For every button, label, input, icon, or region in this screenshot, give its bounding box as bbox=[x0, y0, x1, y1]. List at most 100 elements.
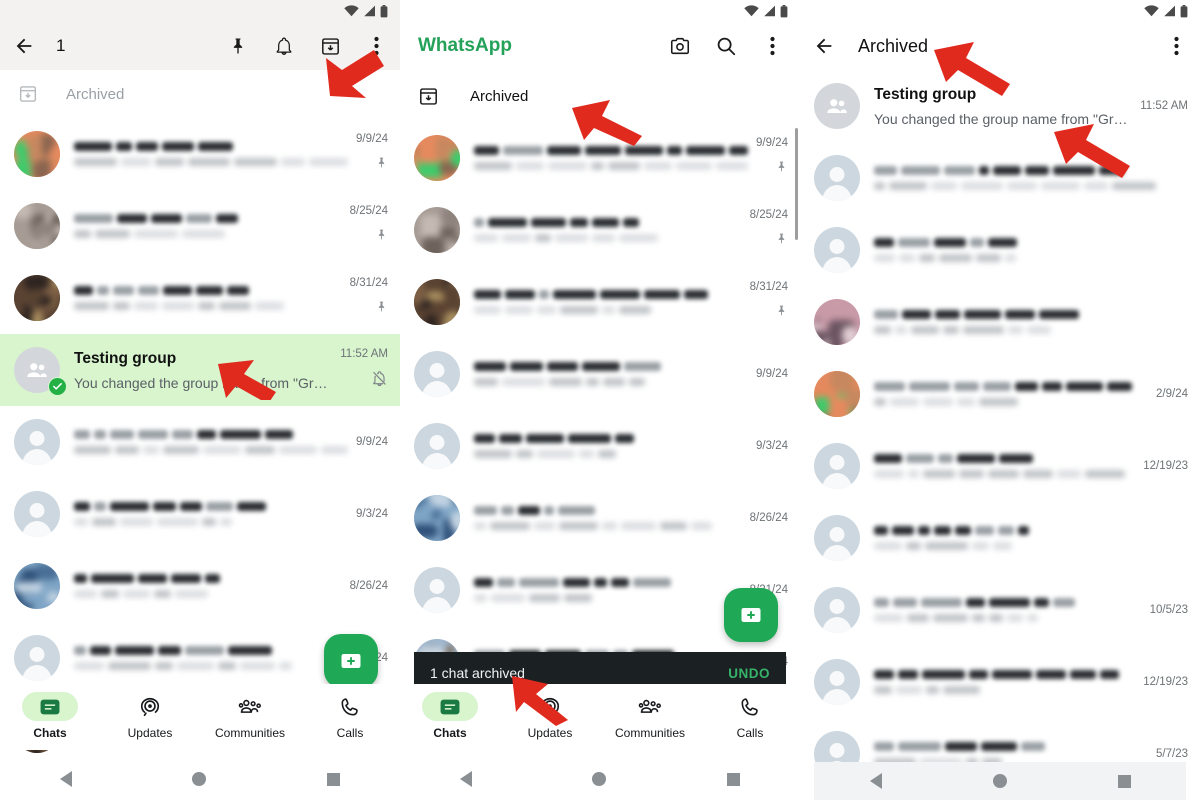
chat-row-meta: 8/26/24 bbox=[750, 512, 788, 524]
system-back-icon[interactable] bbox=[60, 771, 72, 787]
chat-row[interactable] bbox=[800, 502, 1200, 574]
chat-row-body bbox=[474, 434, 748, 458]
chat-row[interactable]: 8/25/24 bbox=[400, 194, 800, 266]
chat-row[interactable]: 9/9/24 bbox=[400, 338, 800, 410]
chat-row[interactable]: 9/9/24 bbox=[400, 122, 800, 194]
pin-icon[interactable] bbox=[226, 34, 250, 58]
chat-row[interactable]: 8/31/24 bbox=[400, 266, 800, 338]
chat-row[interactable]: 8/31/24 bbox=[0, 262, 400, 334]
chat-row[interactable]: 8/26/24 bbox=[400, 482, 800, 554]
wifi-icon bbox=[744, 5, 759, 17]
avatar bbox=[814, 515, 860, 561]
redacted-preview bbox=[874, 254, 1180, 262]
search-icon[interactable] bbox=[714, 34, 738, 58]
chats-icon bbox=[22, 692, 78, 721]
archived-row[interactable]: Archived bbox=[0, 70, 400, 118]
avatar-group-icon bbox=[814, 83, 860, 129]
chat-row-meta: 9/3/24 bbox=[756, 440, 788, 452]
chat-timestamp: 9/3/24 bbox=[356, 508, 388, 520]
new-chat-fab[interactable] bbox=[324, 634, 378, 688]
chat-row-meta: 2/9/24 bbox=[1156, 388, 1188, 400]
chat-row[interactable]: Testing group You changed the group name … bbox=[800, 70, 1200, 142]
system-recents-icon[interactable] bbox=[727, 773, 740, 786]
system-navigation-bar[interactable] bbox=[0, 758, 400, 800]
bell-icon[interactable] bbox=[272, 34, 296, 58]
system-back-icon[interactable] bbox=[460, 771, 472, 787]
new-chat-fab[interactable] bbox=[724, 588, 778, 642]
system-home-icon[interactable] bbox=[993, 774, 1007, 788]
chat-row[interactable]: 9/3/24 bbox=[0, 478, 400, 550]
chat-title: Testing group bbox=[874, 86, 1132, 104]
system-home-icon[interactable] bbox=[192, 772, 206, 786]
chat-timestamp: 9/9/24 bbox=[756, 137, 788, 149]
redacted-title bbox=[74, 142, 348, 151]
archived-chat-list[interactable]: Testing group You changed the group name … bbox=[800, 70, 1200, 790]
redacted-preview bbox=[74, 518, 348, 526]
nav-item-updates[interactable]: Updates bbox=[100, 692, 200, 740]
avatar bbox=[814, 587, 860, 633]
chat-row[interactable]: 2/9/24 bbox=[800, 358, 1200, 430]
main-app-bar: WhatsApp bbox=[400, 22, 800, 70]
bottom-navigation[interactable]: Chats Updates Communities Calls bbox=[0, 684, 400, 750]
arrow-back-icon[interactable] bbox=[812, 34, 836, 58]
chat-row-meta: 9/9/24 bbox=[356, 436, 388, 448]
avatar bbox=[414, 423, 460, 469]
chat-timestamp: 9/9/24 bbox=[356, 436, 388, 448]
more-vert-icon[interactable] bbox=[1164, 34, 1188, 58]
chat-row[interactable]: Testing group You changed the group name … bbox=[0, 334, 400, 406]
app-bar-actions bbox=[1164, 34, 1188, 58]
nav-item-calls[interactable]: Calls bbox=[700, 692, 800, 740]
chat-row[interactable]: 8/26/24 bbox=[0, 550, 400, 622]
chat-row-body bbox=[474, 362, 748, 386]
chat-row[interactable]: 9/3/24 bbox=[400, 410, 800, 482]
system-back-icon[interactable] bbox=[870, 773, 882, 789]
chat-row[interactable] bbox=[800, 142, 1200, 214]
chat-timestamp: 9/9/24 bbox=[756, 368, 788, 380]
more-vert-icon[interactable] bbox=[364, 34, 388, 58]
cellular-signal-icon bbox=[363, 5, 376, 17]
chat-row-body bbox=[474, 218, 742, 242]
undo-button[interactable]: UNDO bbox=[728, 666, 770, 681]
redacted-title bbox=[874, 454, 1135, 463]
panel-chats-selection-mode: 1 Archived 9/9/24 8/25/24 8/31/24 Testin… bbox=[0, 0, 400, 800]
bottom-navigation[interactable]: Chats Updates Communities Calls bbox=[400, 684, 800, 750]
chat-row[interactable]: 12/19/23 bbox=[800, 430, 1200, 502]
updates-icon bbox=[122, 692, 178, 721]
redacted-preview bbox=[474, 234, 742, 242]
redacted-title bbox=[74, 430, 348, 439]
more-vert-icon[interactable] bbox=[760, 34, 784, 58]
nav-item-communities[interactable]: Communities bbox=[200, 692, 300, 740]
avatar bbox=[414, 351, 460, 397]
avatar-placeholder bbox=[814, 443, 860, 489]
chat-row[interactable] bbox=[800, 286, 1200, 358]
nav-item-chats[interactable]: Chats bbox=[0, 692, 100, 740]
system-recents-icon[interactable] bbox=[1118, 775, 1131, 788]
page-title: Archived bbox=[858, 36, 928, 57]
archived-row[interactable]: Archived bbox=[400, 70, 800, 122]
chat-row[interactable]: 9/9/24 bbox=[0, 406, 400, 478]
nav-item-calls[interactable]: Calls bbox=[300, 692, 400, 740]
nav-item-updates[interactable]: Updates bbox=[500, 692, 600, 740]
chat-row[interactable]: 9/9/24 bbox=[0, 118, 400, 190]
archived-label: Archived bbox=[470, 88, 528, 105]
avatar-placeholder bbox=[814, 659, 860, 705]
chat-row-body bbox=[74, 142, 348, 166]
camera-icon[interactable] bbox=[668, 34, 692, 58]
battery-icon bbox=[1180, 5, 1188, 18]
list-scrollbar[interactable] bbox=[795, 128, 798, 240]
system-recents-icon[interactable] bbox=[327, 773, 340, 786]
system-home-icon[interactable] bbox=[592, 772, 606, 786]
nav-item-communities[interactable]: Communities bbox=[600, 692, 700, 740]
chat-row[interactable]: 10/5/23 bbox=[800, 574, 1200, 646]
group-icon bbox=[814, 83, 860, 129]
chat-row[interactable]: 12/19/23 bbox=[800, 646, 1200, 718]
nav-item-chats[interactable]: Chats bbox=[400, 692, 500, 740]
selected-check-badge bbox=[48, 377, 67, 396]
system-navigation-bar[interactable] bbox=[400, 758, 800, 800]
chat-row[interactable]: 8/25/24 bbox=[0, 190, 400, 262]
system-navigation-bar[interactable] bbox=[814, 762, 1186, 800]
archive-icon[interactable] bbox=[318, 34, 342, 58]
chat-row[interactable] bbox=[800, 214, 1200, 286]
arrow-back-icon[interactable] bbox=[12, 34, 36, 58]
battery-icon bbox=[780, 5, 788, 18]
